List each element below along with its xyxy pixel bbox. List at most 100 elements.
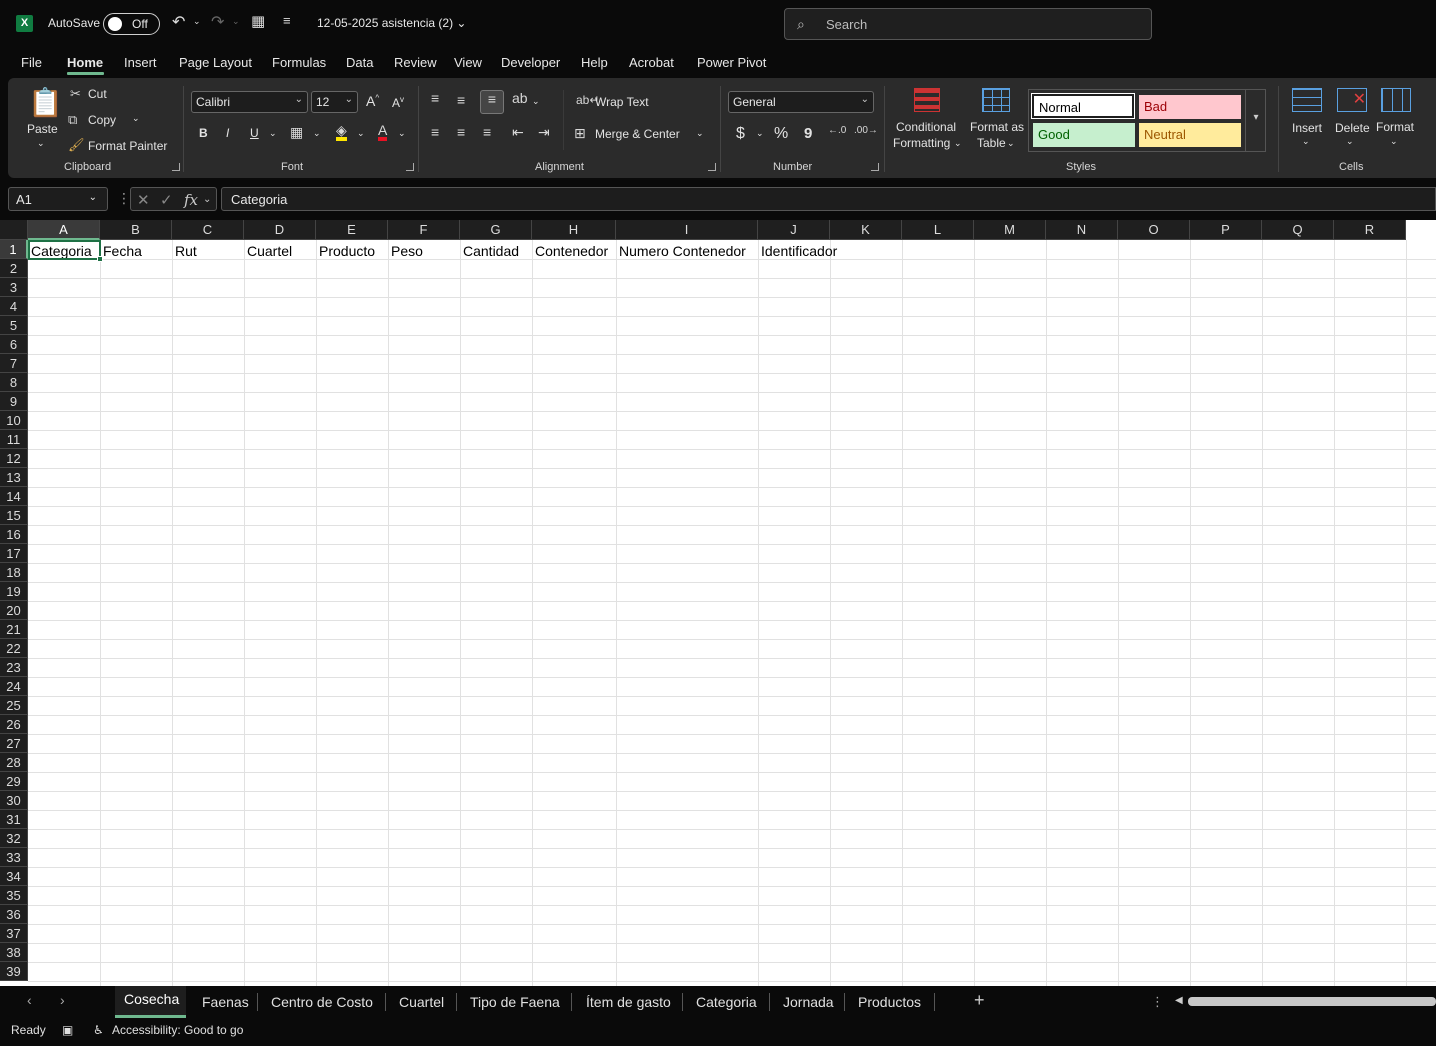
sheet-tab-categoria[interactable]: Categoria — [696, 994, 757, 1010]
menu-file[interactable]: File — [21, 55, 42, 70]
row-header-6[interactable]: 6 — [0, 335, 28, 354]
font-color-dropdown-icon[interactable]: ⌄ — [398, 128, 406, 139]
orientation-icon[interactable]: ab — [512, 90, 528, 106]
accessibility-status[interactable]: Accessibility: Good to go — [112, 1023, 243, 1037]
underline-dropdown-icon[interactable]: ⌄ — [269, 128, 277, 139]
style-bad[interactable]: Bad — [1139, 95, 1241, 119]
cell-f1[interactable]: Peso — [388, 241, 423, 260]
row-header-3[interactable]: 3 — [0, 278, 28, 297]
wrap-text-button[interactable]: Wrap Text — [595, 95, 649, 109]
menu-review[interactable]: Review — [394, 55, 437, 70]
sheet-tab-faenas[interactable]: Faenas — [202, 994, 249, 1010]
column-header-k[interactable]: K — [830, 220, 902, 240]
borders-icon[interactable]: ▦ — [290, 124, 303, 141]
decrease-indent-icon[interactable]: ⇤ — [512, 124, 524, 141]
cell-b1[interactable]: Fecha — [100, 241, 142, 260]
form-icon[interactable]: ▦ — [251, 12, 265, 30]
column-header-i[interactable]: I — [616, 220, 758, 240]
column-header-b[interactable]: B — [100, 220, 172, 240]
row-header-22[interactable]: 22 — [0, 639, 28, 658]
alignment-dialog-launcher-icon[interactable] — [708, 163, 716, 171]
formatting-label[interactable]: Formatting — [893, 136, 950, 150]
menu-page-layout[interactable]: Page Layout — [179, 55, 252, 70]
cell-c1[interactable]: Rut — [172, 241, 197, 260]
formula-input[interactable]: Categoria — [221, 187, 1436, 211]
borders-dropdown-icon[interactable]: ⌄ — [313, 128, 321, 139]
menu-insert[interactable]: Insert — [124, 55, 157, 70]
style-neutral[interactable]: Neutral — [1139, 123, 1241, 147]
comma-style-button[interactable]: 9 — [804, 125, 812, 142]
number-dialog-launcher-icon[interactable] — [871, 163, 879, 171]
row-header-36[interactable]: 36 — [0, 905, 28, 924]
row-header-30[interactable]: 30 — [0, 791, 28, 810]
merge-center-button[interactable]: Merge & Center — [595, 127, 680, 141]
horizontal-scrollbar[interactable] — [1188, 997, 1436, 1006]
insert-dropdown-icon[interactable]: ⌄ — [1302, 136, 1310, 147]
redo-dropdown-icon[interactable]: ⌄ — [232, 16, 240, 27]
font-size-select[interactable]: 12 ⌄ — [311, 91, 358, 113]
column-header-l[interactable]: L — [902, 220, 974, 240]
row-header-7[interactable]: 7 — [0, 354, 28, 373]
search-box[interactable]: ⌕ Search — [784, 8, 1152, 40]
expand-dropdown-icon[interactable]: ⌄ — [203, 194, 211, 205]
paste-button[interactable]: Paste — [27, 122, 58, 136]
menu-data[interactable]: Data — [346, 55, 373, 70]
insert-function-icon[interactable]: fx — [184, 191, 198, 209]
cell-h1[interactable]: Contenedor — [532, 241, 608, 260]
column-header-m[interactable]: M — [974, 220, 1046, 240]
increase-indent-icon[interactable]: ⇥ — [538, 124, 550, 141]
copy-button[interactable]: Copy — [88, 113, 116, 127]
number-format-select[interactable]: General ⌄ — [728, 91, 874, 113]
currency-dropdown-icon[interactable]: ⌄ — [756, 128, 764, 139]
row-header-11[interactable]: 11 — [0, 430, 28, 449]
paste-dropdown-icon[interactable]: ⌄ — [37, 138, 45, 149]
menu-developer[interactable]: Developer — [501, 55, 560, 70]
row-header-8[interactable]: 8 — [0, 373, 28, 392]
font-family-select[interactable]: Calibri ⌄ — [191, 91, 308, 113]
column-header-n[interactable]: N — [1046, 220, 1118, 240]
row-header-34[interactable]: 34 — [0, 867, 28, 886]
more-options-icon[interactable]: ⋮ — [1151, 994, 1164, 1010]
delete-button[interactable]: Delete — [1335, 121, 1370, 135]
row-header-2[interactable]: 2 — [0, 259, 28, 278]
format-dropdown-icon[interactable]: ⌄ — [1390, 136, 1398, 147]
row-header-29[interactable]: 29 — [0, 772, 28, 791]
column-header-d[interactable]: D — [244, 220, 316, 240]
table-label[interactable]: Table — [977, 136, 1006, 150]
autosave-toggle[interactable]: Off — [103, 13, 160, 35]
scroll-tabs-right-icon[interactable]: › — [60, 992, 65, 1008]
align-top-icon[interactable]: ≡ — [431, 90, 439, 106]
row-header-13[interactable]: 13 — [0, 468, 28, 487]
row-header-37[interactable]: 37 — [0, 924, 28, 943]
row-header-31[interactable]: 31 — [0, 810, 28, 829]
row-header-25[interactable]: 25 — [0, 696, 28, 715]
row-header-24[interactable]: 24 — [0, 677, 28, 696]
row-header-39[interactable]: 39 — [0, 962, 28, 981]
row-header-35[interactable]: 35 — [0, 886, 28, 905]
undo-icon[interactable]: ↶ — [172, 12, 185, 32]
sheet-tab-jornada[interactable]: Jornada — [783, 994, 834, 1010]
font-color-icon[interactable]: A — [378, 123, 388, 141]
sheet-tab-item-de-gasto[interactable]: Ítem de gasto — [586, 994, 671, 1010]
cell-j1[interactable]: Identificador — [758, 241, 837, 260]
increase-decimal-icon[interactable]: ←.0 — [828, 125, 846, 136]
row-header-9[interactable]: 9 — [0, 392, 28, 411]
insert-button[interactable]: Insert — [1292, 121, 1322, 135]
row-header-19[interactable]: 19 — [0, 582, 28, 601]
row-header-38[interactable]: 38 — [0, 943, 28, 962]
customize-qat-icon[interactable]: ≡ — [283, 13, 291, 28]
column-header-j[interactable]: J — [758, 220, 830, 240]
column-header-a[interactable]: A — [28, 220, 100, 240]
italic-button[interactable]: I — [226, 126, 229, 140]
sheet-tab-cosecha[interactable]: Cosecha — [124, 991, 179, 1007]
row-header-32[interactable]: 32 — [0, 829, 28, 848]
undo-dropdown-icon[interactable]: ⌄ — [193, 16, 201, 27]
align-left-icon[interactable]: ≡ — [431, 124, 439, 140]
more-options-icon[interactable]: ⋮ — [117, 190, 131, 207]
format-button[interactable]: Format — [1376, 120, 1414, 134]
sheet-tab-productos[interactable]: Productos — [858, 994, 921, 1010]
fill-color-icon[interactable]: ◈ — [336, 123, 347, 141]
format-as-table-dropdown-icon[interactable]: ⌄ — [1007, 138, 1015, 149]
paste-icon[interactable]: 📋 — [28, 86, 63, 119]
format-as-label[interactable]: Format as — [970, 120, 1024, 134]
